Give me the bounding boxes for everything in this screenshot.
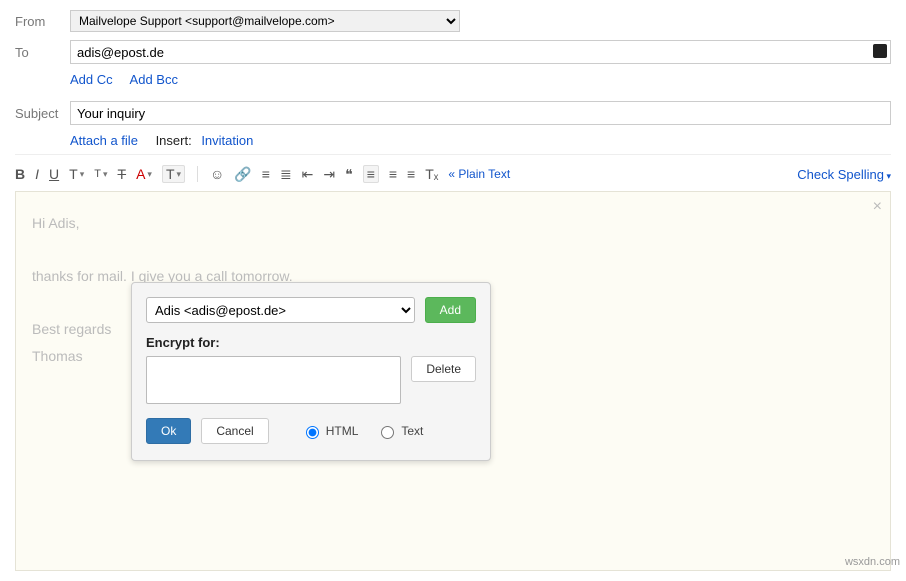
align-left-button[interactable]: ≡ <box>363 165 379 183</box>
format-toolbar: B I U T T T A T ☺ 🔗 ≡ ≣ ⇤ ⇥ ❝ ≡ ≡ ≡ Tₓ P… <box>15 154 891 191</box>
ordered-list-button[interactable]: ≡ <box>262 166 270 182</box>
to-label: To <box>15 45 70 60</box>
close-icon[interactable]: × <box>873 198 882 216</box>
compose-editor[interactable]: × Hi Adis, thanks for mail. I give you a… <box>15 191 891 571</box>
add-bcc-link[interactable]: Add Bcc <box>130 72 178 87</box>
plain-text-link[interactable]: Plain Text <box>448 167 510 181</box>
encrypt-popup: Adis <adis@epost.de> Add Encrypt for: De… <box>131 282 491 461</box>
recipient-select[interactable]: Adis <adis@epost.de> <box>146 297 415 323</box>
underline-button[interactable]: U <box>49 166 59 182</box>
italic-button[interactable]: I <box>35 166 39 182</box>
attach-file-link[interactable]: Attach a file <box>70 133 138 148</box>
watermark: wsxdn.com <box>845 556 900 568</box>
add-cc-link[interactable]: Add Cc <box>70 72 113 87</box>
subject-input[interactable] <box>70 101 891 125</box>
format-html-radio[interactable]: HTML <box>301 423 359 439</box>
font-size-button[interactable]: T <box>94 168 107 180</box>
format-text-radio[interactable]: Text <box>376 423 423 439</box>
from-select[interactable]: Mailvelope Support <support@mailvelope.c… <box>70 10 460 32</box>
font-family-button[interactable]: T <box>69 166 84 182</box>
insert-invitation-link[interactable]: Invitation <box>201 133 253 148</box>
clear-format-button[interactable]: Tₓ <box>425 166 438 182</box>
text-color-button[interactable]: A <box>136 166 152 182</box>
highlight-button[interactable]: T <box>162 165 185 183</box>
emoji-button[interactable]: ☺ <box>210 166 224 182</box>
add-recipient-button[interactable]: Add <box>425 297 476 323</box>
outdent-button[interactable]: ⇤ <box>302 166 314 183</box>
bold-button[interactable]: B <box>15 166 25 182</box>
align-center-button[interactable]: ≡ <box>389 166 397 182</box>
to-input[interactable] <box>70 40 891 64</box>
toolbar-divider-icon <box>197 166 198 182</box>
indent-button[interactable]: ⇥ <box>323 166 335 183</box>
from-label: From <box>15 14 70 29</box>
ok-button[interactable]: Ok <box>146 418 191 444</box>
check-spelling-button[interactable]: Check Spelling <box>797 167 891 182</box>
link-button[interactable]: 🔗 <box>234 166 251 183</box>
subject-label: Subject <box>15 106 70 121</box>
strike-button[interactable]: T <box>118 166 127 182</box>
encrypt-for-list[interactable] <box>146 356 401 404</box>
unordered-list-button[interactable]: ≣ <box>280 166 292 183</box>
align-right-button[interactable]: ≡ <box>407 166 415 182</box>
insert-label: Insert: <box>156 133 192 148</box>
encryption-indicator-icon[interactable] <box>873 44 887 58</box>
encrypt-for-label: Encrypt for: <box>146 335 476 350</box>
quote-button[interactable]: ❝ <box>345 166 353 183</box>
delete-recipient-button[interactable]: Delete <box>411 356 476 382</box>
cancel-button[interactable]: Cancel <box>201 418 268 444</box>
